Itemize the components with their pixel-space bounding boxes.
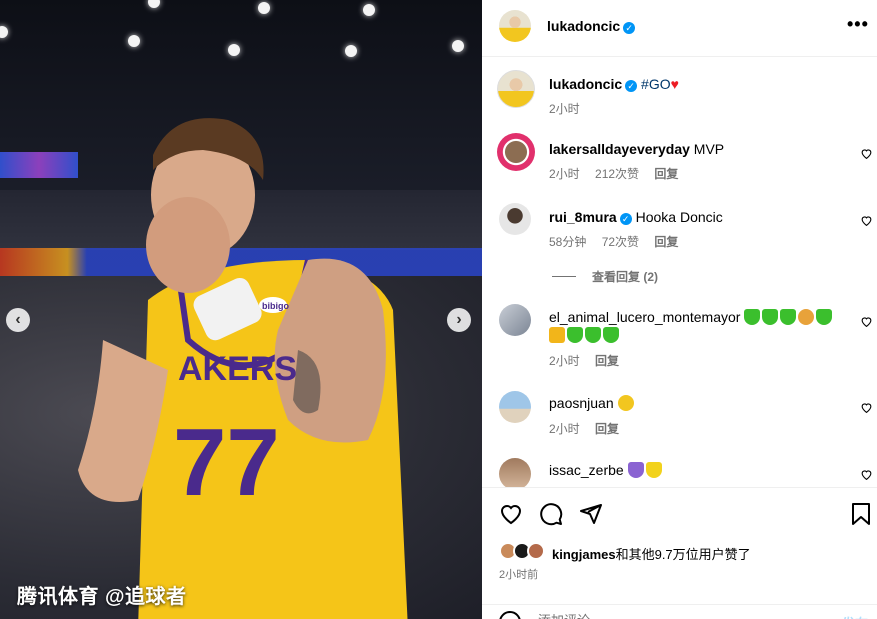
comment-bar: 发布 bbox=[482, 604, 877, 619]
green-heart-emoji bbox=[567, 327, 583, 343]
post-photo[interactable]: 77 AKERS bibigo ‹ › 腾讯体育 @追球者 bbox=[0, 0, 482, 619]
comment-text: rui_8mura ✓ Hooka Doncic bbox=[549, 208, 723, 226]
reply-button[interactable]: 回复 bbox=[654, 235, 678, 249]
caption-username[interactable]: lukadoncic bbox=[549, 76, 622, 92]
comment-text: paosnjuan bbox=[549, 394, 636, 412]
comment-text: issac_zerbe bbox=[549, 461, 664, 479]
comment-likes[interactable]: 72次赞 bbox=[602, 235, 639, 249]
comment-meta: 2小时 回复 bbox=[549, 352, 631, 369]
reply-button[interactable]: 回复 bbox=[595, 422, 619, 436]
green-heart-emoji bbox=[780, 309, 797, 325]
post-actions: kingjames和其他9.7万位用户赞了 2小时前 发布 bbox=[482, 487, 877, 619]
liked-by-user[interactable]: kingjames bbox=[552, 547, 616, 562]
comment-text: el_animal_lucero_montemayor bbox=[549, 308, 839, 344]
like-heart-icon[interactable] bbox=[860, 214, 873, 227]
crown-emoji bbox=[549, 327, 565, 343]
view-replies-label[interactable]: 查看回复 (2) bbox=[592, 270, 658, 284]
caption-meta: 2小时 bbox=[549, 100, 592, 117]
header-username-text[interactable]: lukadoncic bbox=[547, 18, 620, 34]
avatar[interactable] bbox=[499, 10, 531, 42]
hashtag-link[interactable]: #GO bbox=[641, 76, 671, 92]
share-icon[interactable] bbox=[579, 502, 603, 526]
liked-by-text[interactable]: kingjames和其他9.7万位用户赞了 bbox=[552, 544, 751, 563]
avatar[interactable] bbox=[499, 304, 531, 336]
post-panel: lukadoncic ✓ ••• lukadoncic ✓ #GO♥ 2小时 lak… bbox=[482, 0, 877, 619]
green-heart-emoji bbox=[816, 309, 833, 325]
like-heart-icon[interactable] bbox=[860, 315, 873, 328]
reply-button[interactable]: 回复 bbox=[654, 167, 678, 181]
post-timestamp: 2小时前 bbox=[499, 569, 539, 581]
avatar[interactable] bbox=[499, 203, 531, 235]
yellow-heart-emoji bbox=[645, 462, 662, 478]
comment-username[interactable]: rui_8mura bbox=[549, 209, 617, 225]
comment-meta: 2小时 回复 bbox=[549, 420, 631, 437]
like-heart-icon[interactable] bbox=[860, 147, 873, 160]
like-heart-icon[interactable] bbox=[860, 468, 873, 481]
jersey-text: AKERS bbox=[178, 350, 297, 388]
comment-time: 2小时 bbox=[549, 167, 580, 181]
post-header: lukadoncic ✓ ••• bbox=[482, 0, 877, 57]
green-heart-emoji bbox=[744, 309, 761, 325]
emoji-picker-icon[interactable] bbox=[499, 611, 521, 619]
caption-text: lukadoncic ✓ #GO♥ bbox=[549, 75, 679, 93]
avatar bbox=[527, 542, 545, 560]
like-heart-icon[interactable] bbox=[860, 401, 873, 414]
comment-likes[interactable]: 212次赞 bbox=[595, 167, 639, 181]
avatar[interactable] bbox=[497, 133, 535, 171]
view-replies-link[interactable]: 查看回复 (2) bbox=[552, 268, 658, 285]
purple-heart-emoji bbox=[627, 462, 644, 478]
player-image: 77 AKERS bibigo bbox=[78, 118, 408, 619]
avatar[interactable] bbox=[497, 70, 535, 108]
post-comment-button[interactable]: 发布 bbox=[842, 613, 868, 619]
jersey-number: 77 bbox=[173, 409, 280, 516]
star-struck-emoji bbox=[617, 395, 634, 411]
comment-time: 2小时 bbox=[549, 422, 580, 436]
comment-body: Hooka Doncic bbox=[635, 209, 723, 225]
reply-button[interactable]: 回复 bbox=[595, 354, 619, 368]
comment-username[interactable]: issac_zerbe bbox=[549, 462, 624, 478]
jersey-patch: bibigo bbox=[262, 301, 289, 311]
comment-icon[interactable] bbox=[539, 502, 563, 526]
comment-time: 2小时 bbox=[549, 354, 580, 368]
caption-time: 2小时 bbox=[549, 102, 580, 116]
comment-meta: 58分钟 72次赞 回复 bbox=[549, 233, 690, 250]
like-heart-icon[interactable] bbox=[499, 502, 523, 526]
arena-lights bbox=[0, 0, 482, 70]
green-heart-emoji bbox=[585, 327, 601, 343]
verified-icon: ✓ bbox=[623, 22, 636, 34]
liked-by-rest[interactable]: 和其他9.7万位用户赞了 bbox=[616, 547, 751, 562]
scoreboard-light bbox=[0, 152, 78, 178]
lion-emoji bbox=[798, 309, 815, 325]
watermark: 腾讯体育 @追球者 bbox=[17, 586, 187, 608]
previous-image-button[interactable]: ‹ bbox=[6, 308, 30, 332]
comment-body: MVP bbox=[693, 141, 725, 157]
comment-input[interactable] bbox=[538, 613, 818, 619]
comment-time: 58分钟 bbox=[549, 235, 587, 249]
verified-icon: ✓ bbox=[625, 80, 638, 92]
red-heart-emoji: ♥ bbox=[670, 76, 679, 92]
green-heart-emoji bbox=[762, 309, 779, 325]
green-heart-emoji bbox=[603, 327, 619, 343]
comment-username[interactable]: el_animal_lucero_montemayor bbox=[549, 309, 740, 325]
divider-dash bbox=[552, 276, 576, 277]
avatar[interactable] bbox=[499, 391, 531, 423]
avatar[interactable] bbox=[499, 458, 531, 490]
comment-meta: 2小时 212次赞 回复 bbox=[549, 165, 690, 182]
comment-text: lakersalldayeveryday MVP bbox=[549, 140, 724, 158]
comment-username[interactable]: paosnjuan bbox=[549, 395, 614, 411]
bookmark-icon[interactable] bbox=[849, 502, 873, 526]
comment-username[interactable]: lakersalldayeveryday bbox=[549, 141, 690, 157]
more-options-icon[interactable]: ••• bbox=[847, 14, 869, 35]
verified-icon: ✓ bbox=[619, 213, 632, 225]
next-image-button[interactable]: › bbox=[447, 308, 471, 332]
header-username[interactable]: lukadoncic ✓ bbox=[547, 18, 636, 34]
